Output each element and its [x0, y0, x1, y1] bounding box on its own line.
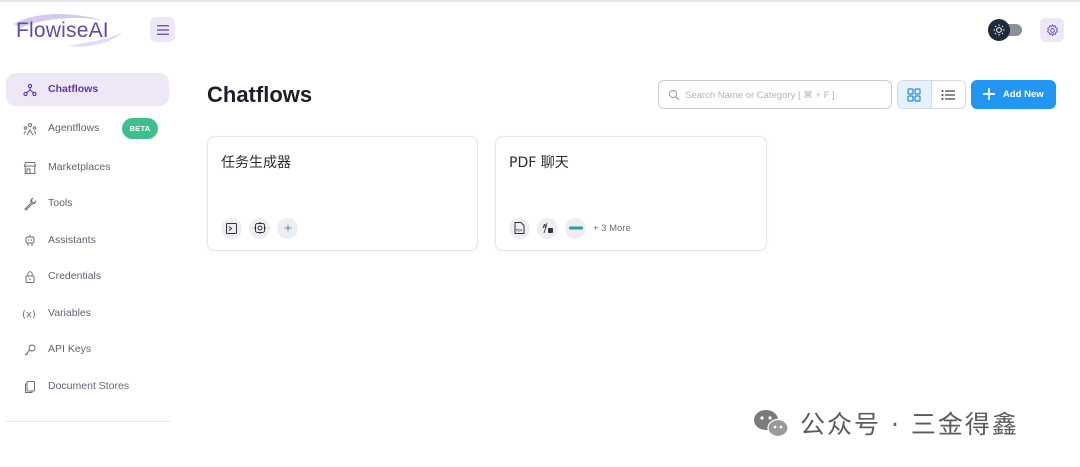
sparkle-chip-icon: [249, 217, 270, 239]
sidebar-item-credentials[interactable]: Credentials: [6, 260, 169, 293]
page-title: Chatflows: [207, 82, 313, 107]
robot-icon: [22, 233, 38, 249]
sidebar-item-api-keys[interactable]: API Keys: [6, 333, 169, 366]
card-title: PDF 聊天: [509, 155, 569, 171]
more-nodes-label: + 3 More: [593, 222, 631, 234]
sidebar-divider: [6, 421, 170, 422]
sidebar-item-variables[interactable]: (x) Variables: [6, 297, 169, 330]
star-icon: [277, 217, 298, 239]
settings-button[interactable]: [1040, 18, 1064, 42]
logo[interactable]: FlowiseAI: [8, 10, 126, 50]
top-border: [0, 0, 1080, 2]
sidebar-item-label: Credentials: [48, 270, 102, 282]
card-node-icons: PDF A + 3 More: [509, 217, 631, 239]
lock-icon: [22, 269, 38, 285]
sidebar-item-label: Variables: [48, 307, 91, 319]
sidebar-item-label: Assistants: [48, 234, 96, 246]
sidebar: Chatflows Agentflows BETA Marketplaces T…: [0, 70, 185, 467]
card-node-icons: [221, 217, 305, 239]
sidebar-item-agentflows[interactable]: Agentflows BETA: [6, 112, 169, 145]
wechat-icon: [754, 410, 789, 438]
ai-icon: A: [537, 217, 558, 239]
list-view-button[interactable]: [932, 81, 966, 108]
store-icon: [22, 160, 38, 176]
watermark-text: 公众号 · 三金得鑫: [800, 410, 1019, 439]
beta-badge: BETA: [122, 118, 158, 139]
search-input[interactable]: [685, 87, 885, 103]
agentflows-icon: [22, 121, 38, 137]
menu-toggle-button[interactable]: [150, 17, 175, 42]
sun-icon: [993, 24, 1005, 36]
documents-icon: [22, 379, 38, 395]
svg-text:(x): (x): [22, 310, 36, 321]
key-icon: [22, 342, 38, 358]
sidebar-item-assistants[interactable]: Assistants: [6, 224, 169, 257]
search-box[interactable]: [658, 80, 892, 109]
sidebar-item-marketplaces[interactable]: Marketplaces: [6, 151, 169, 184]
watermark: 公众号 · 三金得鑫: [752, 405, 1019, 441]
plus-icon: [983, 88, 995, 100]
grid-view-button[interactable]: [898, 81, 932, 108]
sidebar-item-label: Tools: [48, 197, 73, 209]
menu-icon: [156, 24, 169, 35]
sidebar-item-label: Document Stores: [48, 380, 130, 392]
theme-toggle[interactable]: [988, 19, 1024, 41]
variable-icon: (x): [22, 306, 38, 322]
embedding-icon: [565, 217, 586, 239]
view-toggle: [897, 80, 966, 109]
add-new-button[interactable]: Add New: [971, 80, 1056, 109]
list-icon: [941, 89, 956, 100]
sidebar-item-label: Agentflows: [48, 122, 100, 134]
sidebar-item-tools[interactable]: Tools: [6, 187, 169, 220]
terminal-icon: [221, 217, 242, 239]
svg-text:PDF: PDF: [516, 229, 523, 233]
grid-icon: [907, 87, 921, 102]
sidebar-item-label: Chatflows: [48, 83, 99, 95]
pdf-icon: PDF: [509, 217, 530, 239]
tool-icon: [22, 196, 38, 212]
search-icon: [668, 89, 680, 101]
sidebar-item-label: API Keys: [48, 343, 92, 355]
add-new-label: Add New: [1003, 89, 1044, 100]
logo-text: FlowiseAI: [16, 19, 109, 42]
toggle-knob: [988, 19, 1010, 41]
chatflow-card[interactable]: PDF 聊天 PDF A + 3 More: [495, 136, 767, 251]
sidebar-item-label: Marketplaces: [48, 161, 111, 173]
chatflow-card[interactable]: 任务生成器: [207, 136, 478, 251]
chatflows-icon: [22, 82, 38, 98]
sidebar-item-document-stores[interactable]: Document Stores: [6, 370, 169, 403]
gear-icon: [1046, 23, 1058, 36]
sidebar-item-chatflows[interactable]: Chatflows: [6, 73, 169, 106]
card-title: 任务生成器: [221, 155, 291, 171]
